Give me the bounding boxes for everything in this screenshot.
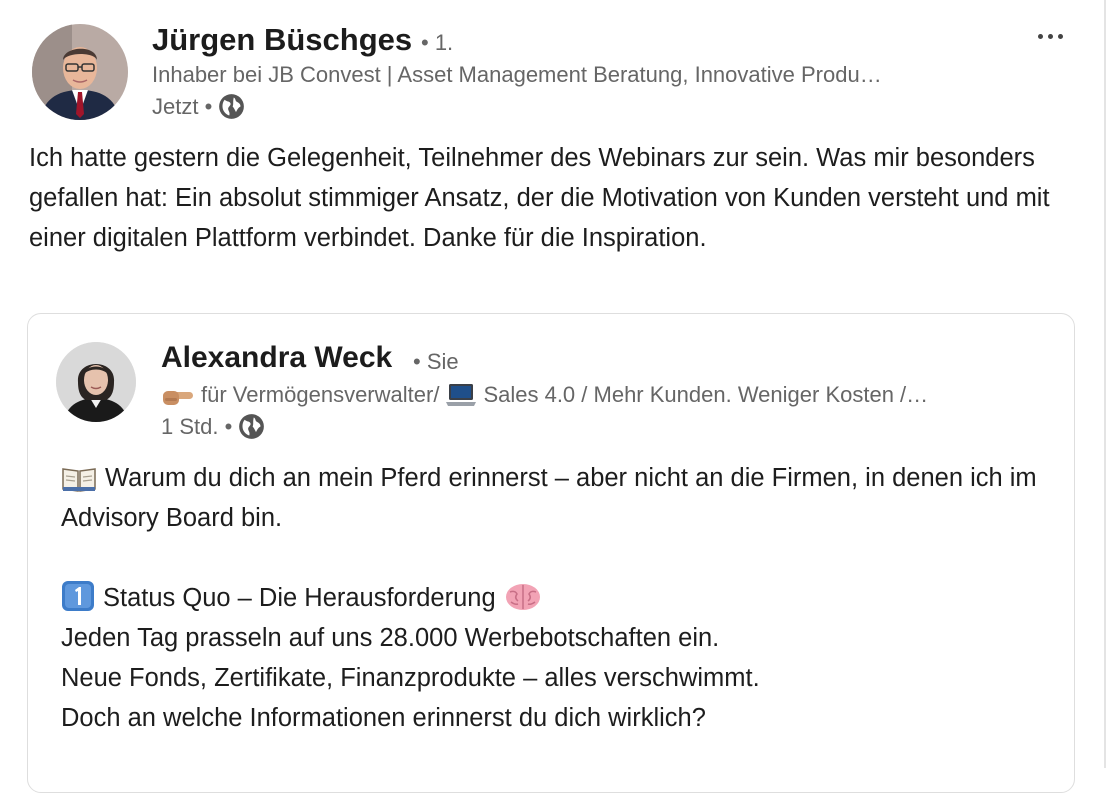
shared-line-1-text: Warum du dich an mein Pferd erinnerst – … [61,464,1037,532]
more-dot [1047,33,1053,39]
shared-author-avatar[interactable] [56,342,136,422]
connection-degree: • 1. [421,30,454,55]
post-time: Jetzt • [152,93,213,119]
pointing-hand-icon [163,391,193,405]
shared-headline-part1: für Vermögensverwalter/ [201,382,440,407]
shared-author-name[interactable]: Alexandra Weck [161,341,392,375]
shared-post[interactable]: Alexandra Weck • Sie für Vermögensverwal… [27,313,1075,793]
author-headline: Inhaber bei JB Convest | Asset Managemen… [152,62,882,87]
shared-author-relation: • Sie [413,349,459,374]
more-horizontal-icon [1037,33,1043,39]
author-name[interactable]: Jürgen Büschges [152,22,412,58]
author-avatar[interactable] [32,24,128,120]
brain-icon [505,584,540,610]
post-text: Ich hatte gestern die Gelegenheit, Teiln… [29,144,1050,252]
shared-line-3: Jeden Tag prasseln auf uns 28.000 Werbeb… [61,624,720,652]
shared-post-body: Warum du dich an mein Pferd erinnerst – … [61,458,1051,738]
shared-line-2: Status Quo – Die Herausforderung [61,578,1051,618]
shared-post-time: 1 Std. • [161,413,233,439]
more-options-button[interactable] [1030,22,1070,50]
shared-line-5: Doch an welche Informationen erinnerst d… [61,704,706,732]
feed-post-card: Jürgen Büschges • 1. Inhaber bei JB Conv… [0,0,1106,793]
shared-line-2-text: Status Quo – Die Herausforderung [103,584,496,612]
more-dot [1057,33,1063,39]
shared-line-1: Warum du dich an mein Pferd erinnerst – … [61,458,1051,538]
post-meta: Jetzt • [152,93,245,120]
shared-headline-part2: Sales 4.0 / Mehr Kunden. Weniger Kosten … [483,382,929,407]
globe-icon [239,414,265,439]
shared-post-meta: 1 Std. • [161,413,265,440]
shared-line-4: Neue Fonds, Zertifikate, Finanzprodukte … [61,664,760,692]
globe-icon [219,94,245,119]
laptop-icon [446,384,477,406]
shared-author-headline: für Vermögensverwalter/ Sales 4.0 / Mehr… [161,382,1041,408]
open-book-icon [62,468,96,492]
keycap-one-icon [62,581,94,611]
